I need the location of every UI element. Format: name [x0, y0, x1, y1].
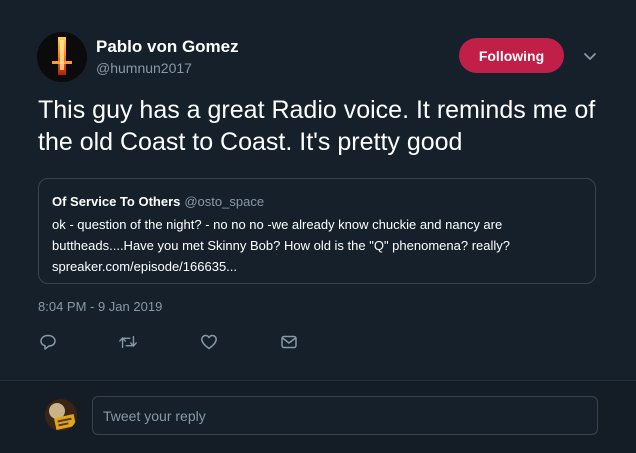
author-name[interactable]: Pablo von Gomez [96, 37, 239, 57]
direct-message-icon[interactable] [279, 332, 299, 352]
quoted-tweet-text: ok - question of the night? - no no no -… [52, 217, 510, 253]
quoted-author-name: Of Service To Others [52, 194, 181, 209]
following-button[interactable]: Following [459, 38, 564, 73]
tweet-text: This guy has a great Radio voice. It rem… [38, 96, 596, 156]
quoted-author-handle: @osto_space [184, 194, 265, 209]
author-handle[interactable]: @humnun2017 [96, 60, 192, 76]
quoted-tweet-header: Of Service To Others @osto_space [52, 194, 264, 209]
tweet-timestamp[interactable]: 8:04 PM - 9 Jan 2019 [38, 299, 162, 314]
quoted-tweet-body: ok - question of the night? - no no no -… [52, 214, 582, 277]
author-avatar[interactable] [37, 32, 87, 82]
quoted-tweet[interactable]: Of Service To Others @osto_space ok - que… [38, 178, 596, 284]
quoted-tweet-link[interactable]: spreaker.com/episode/166635... [52, 259, 237, 274]
like-icon[interactable] [199, 332, 219, 352]
tweet-card: Pablo von Gomez @humnun2017 Following Th… [0, 0, 636, 380]
retweet-icon[interactable] [118, 332, 138, 352]
reply-icon[interactable] [38, 332, 58, 352]
reply-input[interactable] [92, 396, 598, 435]
reply-bar [0, 380, 636, 453]
user-avatar[interactable] [45, 399, 77, 431]
chevron-down-icon[interactable] [580, 46, 600, 66]
